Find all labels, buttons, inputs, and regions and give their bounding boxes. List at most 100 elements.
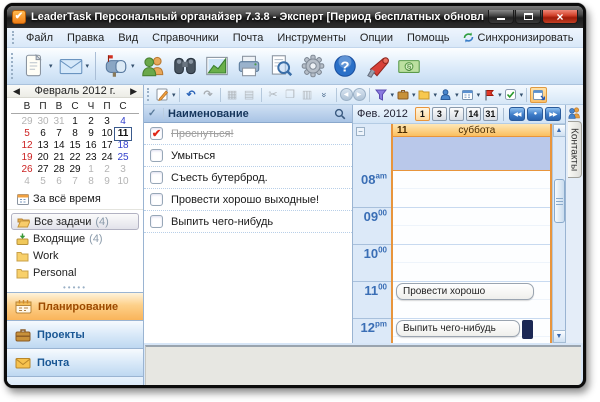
calendar-event[interactable]: Провести хорошо [396, 283, 534, 300]
task-checkbox[interactable]: ✔ [150, 127, 163, 140]
hour-cell[interactable] [393, 208, 550, 245]
prev-month-button[interactable]: ◀ [13, 86, 20, 97]
cut-button[interactable]: ✂ [265, 87, 282, 103]
task-checkbox[interactable] [150, 171, 163, 184]
task-row[interactable]: Выпить чего-нибудь [144, 211, 352, 233]
search-button[interactable] [169, 51, 201, 81]
menu-options[interactable]: Опции [353, 30, 400, 46]
notes-panel[interactable] [145, 345, 581, 385]
calendar-day[interactable]: 21 [51, 152, 67, 164]
calendar-day[interactable]: 30 [35, 116, 51, 128]
task-checkbox[interactable] [150, 149, 163, 162]
new-mail-button[interactable]: ▾ [55, 51, 92, 81]
paste-button[interactable]: ▥ [299, 87, 316, 103]
calendar-panel-toggle[interactable] [530, 87, 547, 103]
calendar-day[interactable]: 20 [35, 152, 51, 164]
menu-mail[interactable]: Почта [226, 30, 271, 46]
calendar-day[interactable]: 6 [51, 176, 67, 188]
scrollbar-thumb[interactable] [554, 179, 565, 223]
time-grid[interactable]: Провести хорошо Выпить чего-нибудь [393, 171, 550, 343]
calendar-event[interactable]: Выпить чего-нибудь [396, 320, 520, 337]
sidebar-customize-strip[interactable] [7, 376, 143, 388]
contacts-button[interactable] [137, 51, 169, 81]
mailbox-button[interactable]: ▾ [100, 51, 137, 81]
task-row[interactable]: Провести хорошо выходные! [144, 189, 352, 211]
calendar-day[interactable]: 9 [99, 176, 115, 188]
calendar-day[interactable]: 26 [19, 164, 35, 176]
calendar-day[interactable]: 25 [115, 152, 131, 164]
minimize-button[interactable] [488, 10, 514, 24]
task-list-header[interactable]: ✓ Наименование [144, 105, 352, 123]
toolbar-overflow-button[interactable]: » [316, 86, 332, 103]
close-button[interactable]: × [542, 10, 578, 24]
copy-button[interactable]: ❐ [282, 87, 299, 103]
calendar-day[interactable]: 31 [51, 116, 67, 128]
toolbar-grip[interactable] [147, 88, 150, 101]
calendar-day[interactable]: 4 [19, 176, 35, 188]
calendar-day[interactable]: 4 [115, 116, 131, 128]
menu-file[interactable]: Файл [19, 30, 60, 46]
task-checkbox[interactable] [150, 193, 163, 206]
calendar-day[interactable]: 27 [35, 164, 51, 176]
nav-mail-button[interactable]: Почта [7, 348, 143, 376]
view-3-days-button[interactable]: 3 [432, 107, 447, 121]
scroll-down-icon[interactable]: ▼ [553, 330, 566, 343]
calendar-day[interactable]: 7 [51, 128, 67, 140]
calendar-day[interactable]: 23 [83, 152, 99, 164]
calendar-day[interactable]: 1 [83, 164, 99, 176]
view-14-days-button[interactable]: 14 [466, 107, 481, 121]
calendar-day[interactable]: 3 [99, 116, 115, 128]
news-button[interactable] [361, 51, 393, 81]
menu-help[interactable]: Помощь [400, 30, 457, 46]
calendar-day[interactable]: 8 [83, 176, 99, 188]
nav-planning-button[interactable]: Планирование [7, 292, 143, 320]
contacts-tab[interactable]: Контакты [568, 121, 582, 178]
menu-tools[interactable]: Инструменты [270, 30, 353, 46]
calendar-day[interactable]: 18 [115, 140, 131, 152]
toolbar-grip[interactable] [12, 31, 15, 44]
rename-button[interactable]: ▦ [224, 87, 241, 103]
calendar-day[interactable]: 2 [99, 164, 115, 176]
calendar-day[interactable]: 3 [115, 164, 131, 176]
calendar-day[interactable]: 10 [99, 128, 115, 140]
hour-cell[interactable] [393, 171, 550, 208]
folder-work[interactable]: Work [11, 247, 139, 264]
calendar-day[interactable]: 2 [83, 116, 99, 128]
edit-task-button[interactable] [154, 87, 171, 103]
next-period-button[interactable]: ▶▶ [545, 107, 561, 121]
calendar-day[interactable]: 13 [35, 140, 51, 152]
sidebar-splitter[interactable]: ••••• [7, 284, 143, 292]
calendar-day[interactable]: 10 [115, 176, 131, 188]
search-icon[interactable] [334, 108, 346, 120]
task-row[interactable]: Умыться [144, 145, 352, 167]
menu-directories[interactable]: Справочники [145, 30, 226, 46]
maximize-button[interactable] [515, 10, 541, 24]
calendar-day[interactable]: 19 [19, 152, 35, 164]
calendar-day[interactable]: 5 [35, 176, 51, 188]
collapse-allday-button[interactable]: − [356, 127, 365, 136]
all-time-filter[interactable]: За всё время [7, 190, 143, 210]
calendar-day[interactable]: 7 [67, 176, 83, 188]
day-view-scrollbar[interactable]: ▲ ▼ [552, 124, 565, 343]
prev-period-button[interactable]: ◀◀ [509, 107, 525, 121]
day-column-header[interactable]: 11 суббота [393, 124, 550, 137]
settings-button[interactable] [297, 51, 329, 81]
calendar-day[interactable]: 6 [35, 128, 51, 140]
toolbar-grip[interactable] [11, 53, 14, 78]
calendar-day[interactable]: 15 [67, 140, 83, 152]
status-button[interactable] [502, 87, 519, 103]
task-row[interactable]: ✔ Проснуться! [144, 123, 352, 145]
new-task-button[interactable]: ▾ [18, 51, 55, 81]
calendar-day[interactable]: 9 [83, 128, 99, 140]
folder-all-tasks[interactable]: Все задачи (4) [11, 213, 139, 230]
customize-dropdown-icon[interactable] [129, 385, 137, 388]
print-preview-button[interactable] [265, 51, 297, 81]
nav-projects-button[interactable]: Проекты [7, 320, 143, 348]
nav-back-button[interactable]: ◀ [340, 88, 353, 101]
view-1-day-button[interactable]: 1 [415, 107, 430, 121]
statistics-button[interactable] [201, 51, 233, 81]
filter-button[interactable] [373, 87, 390, 103]
allday-area[interactable] [393, 137, 550, 171]
menu-edit[interactable]: Правка [60, 30, 111, 46]
calendar-day[interactable]: 28 [51, 164, 67, 176]
